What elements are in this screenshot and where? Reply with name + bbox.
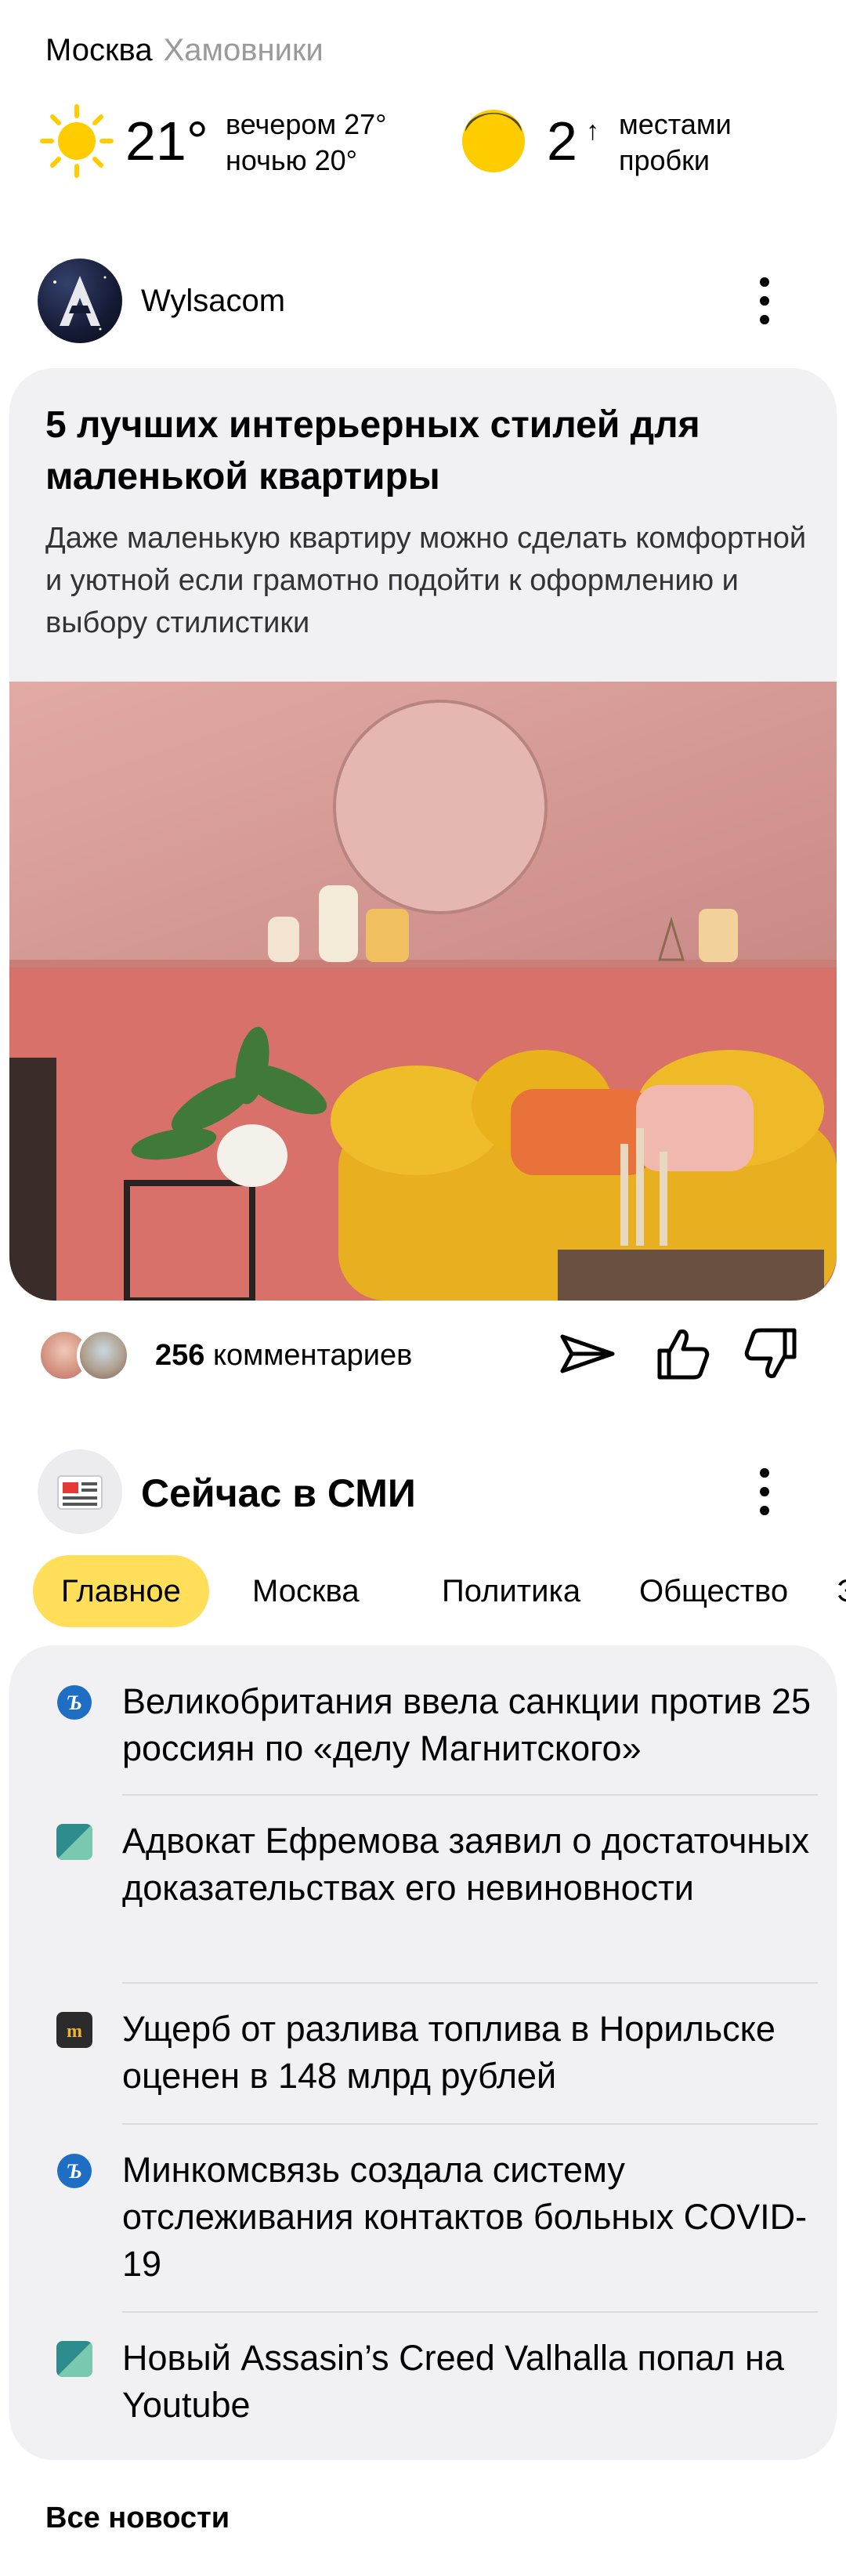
news-section-header: Сейчас в СМИ xyxy=(38,1449,808,1536)
news-headline: Новый Assasin’s Creed Valhalla попал на … xyxy=(122,2338,784,2425)
news-headline: Ущерб от разлива топлива в Норильске оце… xyxy=(122,2009,776,2096)
tab-main[interactable]: Главное xyxy=(33,1555,209,1627)
svg-text:m: m xyxy=(67,2021,82,2042)
tab-society[interactable]: Общество xyxy=(611,1555,816,1627)
article-channel-header: Wylsacom xyxy=(38,259,808,345)
all-news-link[interactable]: Все новости xyxy=(45,2499,230,2537)
temperature: 21° xyxy=(125,110,208,172)
news-item[interactable]: Адвокат Ефремова заявил о достаточных до… xyxy=(47,1818,818,1959)
channel-logo-icon xyxy=(53,276,107,331)
arrow-up-icon: ↑ xyxy=(586,116,599,146)
divider xyxy=(122,2311,818,2313)
news-logo xyxy=(38,1449,122,1534)
news-section-title[interactable]: Сейчас в СМИ xyxy=(141,1470,416,1517)
news-item[interactable]: Ъ Великобритания ввела санкции против 25… xyxy=(47,1678,818,1772)
tab-economy[interactable]: Эк xyxy=(808,1555,846,1627)
article-actions: 256 комментариев xyxy=(38,1316,808,1395)
newspaper-icon xyxy=(57,1475,103,1510)
tab-politics[interactable]: Политика xyxy=(414,1555,609,1627)
temperature-details: вечером 27° ночью 20° xyxy=(226,107,387,179)
like-icon[interactable] xyxy=(649,1321,714,1387)
weather-widget[interactable]: 21° вечером 27° ночью 20° 2 ↑ местами пр… xyxy=(38,102,821,196)
kommersant-icon: Ъ xyxy=(57,1685,92,1720)
commenter-avatars xyxy=(38,1324,139,1387)
share-icon[interactable] xyxy=(555,1321,620,1387)
news-item[interactable]: Новый Assasin’s Creed Valhalla попал на … xyxy=(47,2335,818,2429)
traffic-icon xyxy=(462,110,525,172)
tab-moscow[interactable]: Москва xyxy=(224,1555,388,1627)
more-options-icon[interactable] xyxy=(757,270,772,332)
rbc-icon xyxy=(56,1824,92,1860)
sun-icon xyxy=(40,104,114,178)
avatar xyxy=(77,1329,130,1382)
more-options-icon[interactable] xyxy=(757,1460,772,1523)
dislike-icon[interactable] xyxy=(739,1321,805,1387)
comments-link[interactable]: 256 комментариев xyxy=(155,1337,412,1374)
news-tabs: Главное Москва Политика Общество Эк xyxy=(33,1555,846,1627)
divider xyxy=(122,2123,818,2125)
comments-label: комментариев xyxy=(212,1339,413,1372)
evening-temperature: вечером 27° xyxy=(226,108,387,140)
news-list-card: Ъ Великобритания ввела санкции против 25… xyxy=(9,1645,837,2460)
location-header[interactable]: Москва Хамовники xyxy=(45,31,324,69)
article-image xyxy=(9,682,837,1301)
news-item[interactable]: m Ущерб от разлива топлива в Норильске о… xyxy=(47,2006,818,2100)
channel-avatar[interactable] xyxy=(38,259,122,343)
divider xyxy=(122,1982,818,1984)
traffic-line-2: пробки xyxy=(619,144,710,176)
article-card[interactable]: 5 лучших интерьерных стилей для маленько… xyxy=(9,368,837,1301)
article-title: 5 лучших интерьерных стилей для маленько… xyxy=(45,404,700,497)
night-temperature: ночью 20° xyxy=(226,144,358,176)
meduza-icon: m xyxy=(56,2012,92,2048)
svg-text:Ъ: Ъ xyxy=(67,2160,82,2183)
district-name[interactable]: Хамовники xyxy=(164,33,324,67)
channel-name[interactable]: Wylsacom xyxy=(141,282,285,320)
news-item[interactable]: Ъ Минкомсвязь создала систему отслеживан… xyxy=(47,2147,818,2288)
divider xyxy=(122,1794,818,1796)
svg-text:Ъ: Ъ xyxy=(67,1691,82,1714)
rbc-icon xyxy=(56,2341,92,2377)
news-headline: Великобритания ввела санкции против 25 р… xyxy=(122,1681,811,1768)
news-headline: Минкомсвязь создала систему отслеживания… xyxy=(122,2150,808,2284)
kommersant-icon: Ъ xyxy=(57,2154,92,2188)
city-name[interactable]: Москва xyxy=(45,33,153,67)
article-snippet: Даже маленькую квартиру можно сделать ко… xyxy=(45,522,807,639)
news-headline: Адвокат Ефремова заявил о достаточных до… xyxy=(122,1821,810,1908)
comments-count: 256 xyxy=(155,1339,205,1372)
traffic-line-1: местами xyxy=(619,108,732,140)
traffic-score: 2 xyxy=(547,110,577,172)
traffic-description: местами пробки xyxy=(619,107,732,179)
